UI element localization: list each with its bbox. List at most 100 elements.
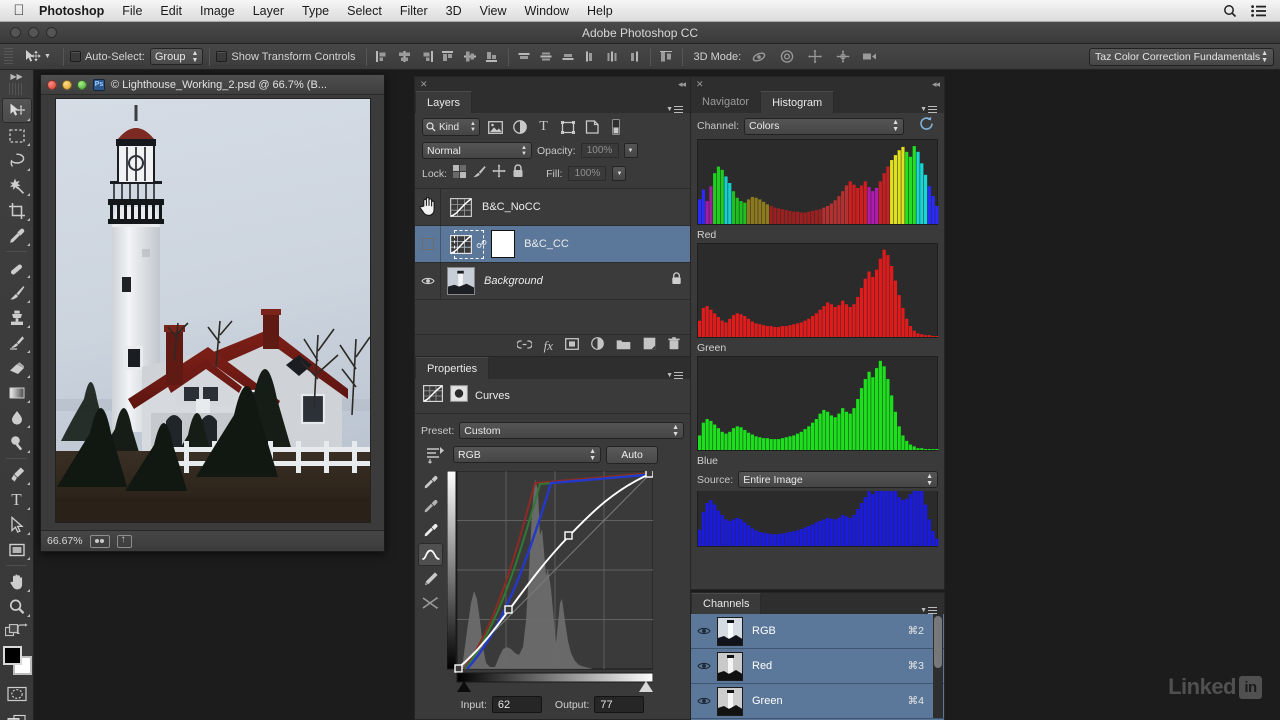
3d-orbit-icon[interactable] — [750, 47, 769, 66]
layer-visibility-toggle[interactable] — [415, 263, 441, 299]
layer-mask-thumbnail[interactable] — [491, 230, 516, 258]
channel-row-red[interactable]: Red ⌘3 — [691, 649, 944, 684]
distribute-left-edges-button[interactable] — [581, 47, 600, 66]
opacity-stepper[interactable]: ▼ — [623, 143, 638, 158]
pencil-tool-icon[interactable] — [418, 567, 443, 590]
menu-item-filter[interactable]: Filter — [391, 0, 437, 22]
menu-item-photoshop[interactable]: Photoshop — [30, 0, 113, 22]
smooth-curve-icon[interactable] — [418, 591, 443, 614]
layer-thumbnail[interactable] — [447, 267, 475, 295]
minimize-button[interactable] — [62, 79, 72, 90]
default-colors-swap-icon[interactable] — [16, 623, 29, 641]
layer-row-background[interactable]: Background — [415, 263, 690, 300]
list-icon[interactable] — [1251, 4, 1266, 17]
auto-select-scope-select[interactable]: Group ▲ ▼ — [149, 48, 204, 65]
channel-visibility-toggle[interactable] — [691, 626, 717, 636]
distribute-right-edges-button[interactable] — [625, 47, 644, 66]
curves-adjustment-thumbnail[interactable] — [449, 196, 473, 218]
align-bottom-edges-button[interactable] — [483, 47, 502, 66]
align-horizontal-centers-button[interactable] — [395, 47, 414, 66]
link-layers-icon[interactable] — [515, 337, 533, 355]
apple-logo-icon[interactable]:  — [8, 3, 30, 18]
histogram-panel-menu-button[interactable]: ▼ — [920, 105, 944, 113]
tool-hand[interactable] — [2, 569, 32, 594]
tools-collapse-button[interactable]: ▶▶ — [0, 70, 33, 83]
new-layer-icon[interactable] — [643, 337, 656, 355]
3d-roll-icon[interactable] — [778, 47, 797, 66]
camera-raw-status-icon[interactable] — [89, 534, 110, 548]
document-window[interactable]: Ps © Lighthouse_Working_2.psd @ 66.7% (B… — [40, 74, 385, 552]
tool-magic-wand[interactable] — [2, 173, 32, 198]
auto-select-checkbox[interactable] — [69, 51, 81, 62]
tool-gradient[interactable] — [2, 380, 32, 405]
align-left-edges-button[interactable] — [373, 47, 392, 66]
curves-adjustment-thumbnail[interactable] — [449, 233, 473, 255]
layer-visibility-toggle[interactable] — [415, 226, 441, 262]
tool-blur[interactable] — [2, 405, 32, 430]
workspace-switcher[interactable]: Taz Color Correction Fundamentals ▲ ▼ — [1089, 47, 1274, 66]
menu-item-type[interactable]: Type — [293, 0, 338, 22]
lighthouse-photo[interactable] — [54, 98, 371, 523]
tool-history-brush[interactable] — [2, 330, 32, 355]
channel-row-green[interactable]: Green ⌘4 — [691, 684, 944, 719]
add-layer-style-icon[interactable]: fx — [544, 338, 553, 354]
menu-item-select[interactable]: Select — [338, 0, 391, 22]
pixel-layers-filter-icon[interactable] — [487, 119, 504, 136]
3d-camera-icon[interactable] — [862, 47, 881, 66]
layer-name[interactable]: B&C_CC — [524, 238, 569, 250]
blend-mode-select[interactable]: Normal ▲ ▼ — [422, 142, 532, 159]
tool-path-selection[interactable] — [2, 512, 32, 537]
tab-properties[interactable]: Properties — [415, 357, 490, 379]
tool-rectangle[interactable] — [2, 537, 32, 562]
lock-all-icon[interactable] — [512, 164, 524, 183]
properties-panel-menu-button[interactable]: ▼ — [666, 371, 690, 379]
lock-position-icon[interactable] — [492, 164, 506, 183]
filter-toggle-icon[interactable] — [607, 119, 624, 136]
canvas-area[interactable] — [41, 95, 384, 530]
add-layer-mask-icon[interactable] — [565, 337, 579, 355]
tool-eyedropper[interactable] — [2, 223, 32, 248]
layer-filter-kind-select[interactable]: Kind ▲ ▼ — [422, 118, 480, 136]
curves-graph[interactable] — [446, 469, 654, 692]
color-swatches[interactable] — [1, 646, 33, 676]
curves-channel-select[interactable]: RGB ▲ ▼ — [453, 446, 601, 463]
black-point-eyedropper-icon[interactable] — [418, 471, 443, 494]
layer-mask-indicator-icon[interactable] — [450, 385, 468, 407]
distribute-horizontal-centers-button[interactable] — [603, 47, 622, 66]
distribute-top-edges-button[interactable] — [515, 47, 534, 66]
options-bar-grip[interactable] — [4, 47, 13, 66]
tools-drag-grip[interactable] — [9, 83, 24, 95]
menu-item-3d[interactable]: 3D — [437, 0, 471, 22]
adjustment-layers-filter-icon[interactable] — [511, 119, 528, 136]
channels-panel-menu-button[interactable]: ▼ — [920, 606, 944, 614]
close-button[interactable] — [47, 79, 57, 90]
tool-rectangular-marquee[interactable] — [2, 123, 32, 148]
menu-item-edit[interactable]: Edit — [151, 0, 191, 22]
menu-item-view[interactable]: View — [471, 0, 516, 22]
input-value[interactable]: 62 — [491, 696, 542, 713]
layer-row-b-and-c-nocc[interactable]: B&C_NoCC — [415, 189, 690, 226]
white-point-slider[interactable] — [639, 681, 653, 692]
fill-stepper[interactable]: ▼ — [612, 166, 627, 181]
layers-panel-menu-button[interactable]: ▼ — [666, 105, 690, 113]
channel-visibility-toggle[interactable] — [691, 696, 717, 706]
menu-item-file[interactable]: File — [113, 0, 151, 22]
tool-lasso[interactable] — [2, 148, 32, 173]
tab-histogram[interactable]: Histogram — [760, 91, 835, 113]
tool-pen[interactable] — [2, 462, 32, 487]
gray-point-eyedropper-icon[interactable] — [418, 495, 443, 518]
tab-layers[interactable]: Layers — [415, 91, 473, 113]
lock-image-pixels-icon[interactable] — [472, 165, 486, 183]
align-vertical-centers-button[interactable] — [461, 47, 480, 66]
collapse-to-icons-icon[interactable]: ◂◂ — [932, 79, 940, 90]
channel-row-rgb[interactable]: RGB ⌘2 — [691, 614, 944, 649]
white-point-eyedropper-icon[interactable] — [418, 519, 443, 542]
black-point-slider[interactable] — [457, 681, 471, 692]
zoom-level[interactable]: 66.67% — [47, 535, 83, 547]
tool-type[interactable]: T — [2, 487, 32, 512]
layer-row-b-and-c-cc[interactable]: ☍ B&C_CC — [415, 226, 690, 263]
distribute-bottom-edges-button[interactable] — [559, 47, 578, 66]
search-icon[interactable] — [1223, 4, 1237, 18]
3d-slide-icon[interactable] — [834, 47, 853, 66]
menu-item-image[interactable]: Image — [191, 0, 244, 22]
